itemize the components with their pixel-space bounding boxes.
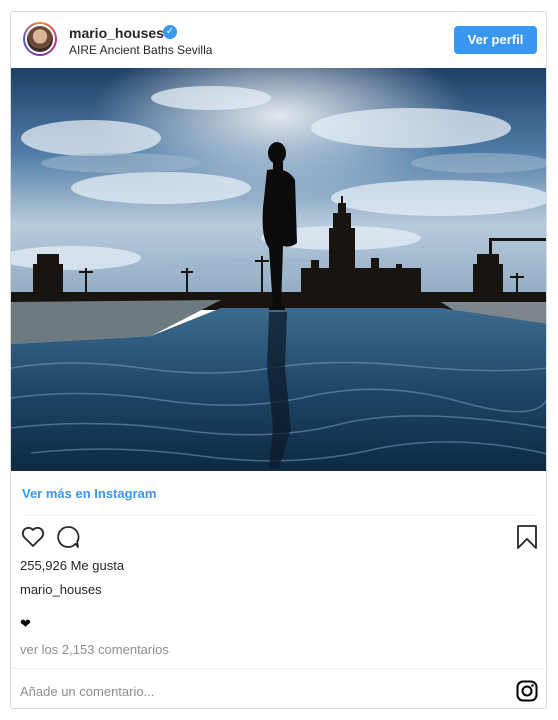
post-photo[interactable] <box>11 68 546 471</box>
view-profile-button[interactable]: Ver perfil <box>454 26 537 54</box>
avatar[interactable] <box>23 22 57 56</box>
avatar-image <box>27 26 53 52</box>
username-link[interactable]: mario_houses <box>69 25 164 41</box>
likes-count[interactable]: 255,926 Me gusta <box>20 558 124 573</box>
instagram-icon[interactable] <box>516 680 538 702</box>
add-comment-input[interactable]: Añade un comentario... <box>20 684 154 699</box>
instagram-embed-card: mario_houses ✓ AIRE Ancient Baths Sevill… <box>10 11 547 709</box>
location-link[interactable]: AIRE Ancient Baths Sevilla <box>69 43 212 57</box>
post-header: mario_houses ✓ AIRE Ancient Baths Sevill… <box>11 12 546 68</box>
divider <box>11 668 546 669</box>
divider <box>22 515 537 516</box>
view-comments-link[interactable]: ver los 2,153 comentarios <box>20 642 169 657</box>
bookmark-icon[interactable] <box>515 524 539 550</box>
photo-illustration <box>11 68 546 471</box>
heart-icon[interactable] <box>20 524 46 550</box>
verified-badge-icon: ✓ <box>163 25 177 39</box>
caption-username[interactable]: mario_houses <box>20 582 102 597</box>
comment-icon[interactable] <box>55 524 81 550</box>
caption-heart: ❤ <box>20 616 31 631</box>
see-more-link[interactable]: Ver más en Instagram <box>22 486 156 501</box>
